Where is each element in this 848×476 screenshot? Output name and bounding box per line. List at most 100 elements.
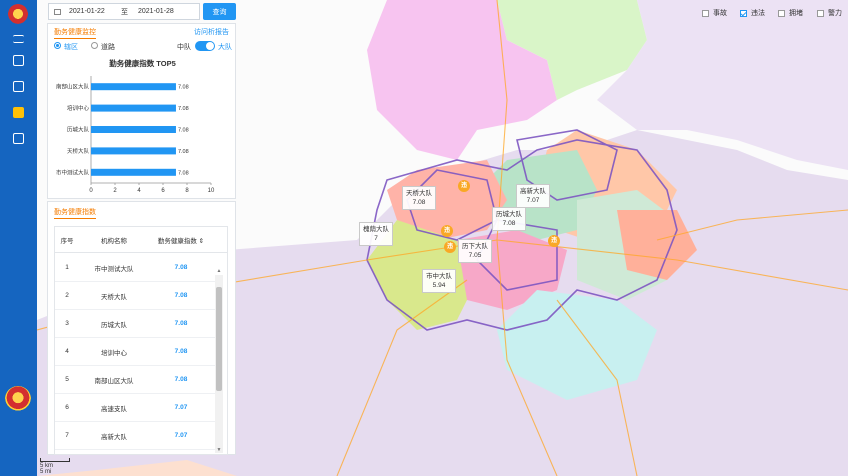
table-row[interactable]: 5 南部山区大队 7.08 <box>55 366 215 394</box>
col-name: 机构名称 <box>101 237 127 245</box>
bar <box>91 147 176 155</box>
scroll-down-icon[interactable]: ▼ <box>216 448 222 453</box>
cell-score: 7.08 <box>174 264 188 271</box>
violation-marker[interactable]: 违 <box>458 180 470 192</box>
category-label: 南部山区大队 <box>56 83 90 91</box>
cell-name: 历城大队 <box>101 321 127 329</box>
category-label: 历城大队 <box>67 126 90 134</box>
checkbox-icon[interactable] <box>817 9 824 17</box>
health-monitor-panel: 勤务健康监控 访问析报告 辖区 道路 中队 大队 勤务健康指数 TOP5 024… <box>47 23 236 199</box>
checkbox-icon[interactable] <box>778 9 785 17</box>
map-label-tianqiao[interactable]: 天桥大队 7.08 <box>402 186 436 210</box>
table-row[interactable]: 1 市中测试大队 7.08 <box>55 254 215 282</box>
cell-score: 7.08 <box>174 376 188 383</box>
nav-filter-icon[interactable] <box>0 28 37 50</box>
app-root: 天桥大队 7.08 高新大队 7.07 历城大队 7.08 槐荫大队 7 历下大队 7.0… <box>0 0 848 476</box>
cell-score: 7.07 <box>174 404 188 411</box>
x-tick-label: 6 <box>161 188 165 194</box>
cell-no: 7 <box>65 432 69 439</box>
radio-road[interactable] <box>91 42 98 49</box>
col-no: 序号 <box>60 237 74 245</box>
x-tick-label: 8 <box>185 188 189 194</box>
nav-overview-icon[interactable] <box>0 49 37 71</box>
layer-police[interactable]: 警力 <box>817 8 842 18</box>
layer-violation[interactable]: 违法 <box>740 8 765 18</box>
level-toggle[interactable] <box>195 41 215 51</box>
cell-name: 培训中心 <box>101 349 127 357</box>
table-row[interactable]: 2 天桥大队 7.08 <box>55 282 215 310</box>
map-label-shizhong[interactable]: 市中大队 5.94 <box>422 269 456 293</box>
category-label: 天桥大队 <box>67 147 90 155</box>
map-label-huaiyin[interactable]: 槐荫大队 7 <box>359 222 393 246</box>
data-label: 7.08 <box>178 149 189 155</box>
data-label: 7.08 <box>178 85 189 91</box>
x-tick-label: 0 <box>89 188 93 194</box>
cell-name: 高新大队 <box>101 433 127 441</box>
table-row[interactable]: 3 历城大队 7.08 <box>55 310 215 338</box>
data-label: 7.08 <box>178 106 189 112</box>
cell-score: 7.08 <box>174 292 188 299</box>
layer-congestion[interactable]: 拥堵 <box>778 8 803 18</box>
tab-health-index[interactable]: 勤务健康指数 <box>54 207 96 219</box>
table-row[interactable]: 6 高速支队 7.07 <box>55 394 215 422</box>
tab-health-monitor[interactable]: 勤务健康监控 <box>54 27 96 39</box>
violation-marker[interactable]: 违 <box>441 225 453 237</box>
map-label-licheng[interactable]: 历城大队 7.08 <box>492 207 526 231</box>
data-label: 7.08 <box>178 170 189 176</box>
left-nav-rail <box>0 0 37 476</box>
date-range-picker[interactable]: 2021-01-22 至 2021-01-28 <box>48 3 200 20</box>
cell-no: 6 <box>65 404 69 411</box>
checkbox-icon[interactable] <box>702 9 709 17</box>
police-badge-icon <box>5 386 31 412</box>
police-emblem-icon <box>7 4 29 26</box>
nav-trend-icon[interactable] <box>0 75 37 97</box>
map-label-gaoxin[interactable]: 高新大队 7.07 <box>516 184 550 208</box>
scrollbar-thumb[interactable] <box>216 287 222 391</box>
start-date[interactable]: 2021-01-22 <box>69 8 121 15</box>
data-label: 7.08 <box>178 128 189 134</box>
col-score-sort[interactable]: 勤务健康指数 ⇕ <box>149 227 213 252</box>
health-index-table: 序号 机构名称 勤务健康指数 ⇕ 1 市中测试大队 7.08 2 天桥大队 7.08 3 历城… <box>54 226 228 455</box>
calendar-icon <box>54 8 61 15</box>
category-label: 市中测试大队 <box>56 168 90 176</box>
radio-district[interactable] <box>54 42 61 49</box>
cell-name: 南部山区大队 <box>94 377 134 385</box>
bar <box>91 168 176 176</box>
bar <box>91 83 176 91</box>
cell-no: 3 <box>65 320 69 327</box>
scope-selector: 辖区 道路 中队 大队 <box>54 41 234 53</box>
cell-no: 5 <box>65 376 69 383</box>
nav-calendar-icon[interactable] <box>0 127 37 149</box>
cell-name: 高速支队 <box>101 405 127 413</box>
layer-accident[interactable]: 事故 <box>702 8 727 18</box>
cell-no: 2 <box>65 292 69 299</box>
bar <box>91 126 176 133</box>
scroll-up-icon[interactable]: ▲ <box>216 269 222 274</box>
bar <box>91 104 176 112</box>
table-scrollbar[interactable] <box>215 275 223 453</box>
cell-no: 4 <box>65 348 69 355</box>
table-row[interactable]: 7 高新大队 7.07 <box>55 422 215 450</box>
top5-bar-chart: 0 2 4 6 8 10 南部山区大队 7.08 培训中心 7.08 历城大队 7.08 天桥大队 7.0… <box>56 76 215 194</box>
nav-report-icon[interactable] <box>0 101 37 123</box>
category-label: 培训中心 <box>67 104 90 112</box>
end-date[interactable]: 2021-01-28 <box>138 8 174 15</box>
map-scale: 5 km 5 mi <box>40 458 70 475</box>
date-separator: 至 <box>121 8 128 16</box>
map-label-lixia[interactable]: 历下大队 7.05 <box>458 239 492 263</box>
table-header: 序号 机构名称 勤务健康指数 ⇕ <box>55 227 227 253</box>
x-tick-label: 2 <box>113 188 117 194</box>
checkbox-checked-icon[interactable] <box>740 9 747 17</box>
query-button[interactable]: 查询 <box>203 3 236 20</box>
cell-score: 7.07 <box>174 432 188 439</box>
violation-marker[interactable]: 违 <box>444 241 456 253</box>
cell-name: 天桥大队 <box>101 293 127 301</box>
analysis-report-link[interactable]: 访问析报告 <box>194 27 229 37</box>
x-tick-label: 4 <box>137 188 141 194</box>
violation-marker[interactable]: 违 <box>548 235 560 247</box>
cell-name: 市中测试大队 <box>94 265 134 273</box>
health-index-panel: 勤务健康指数 序号 机构名称 勤务健康指数 ⇕ 1 市中测试大队 7.08 2 天桥大队… <box>47 201 236 455</box>
table-row[interactable]: 4 培训中心 7.08 <box>55 338 215 366</box>
cell-score: 7.08 <box>174 348 188 355</box>
cell-no: 1 <box>65 264 69 271</box>
